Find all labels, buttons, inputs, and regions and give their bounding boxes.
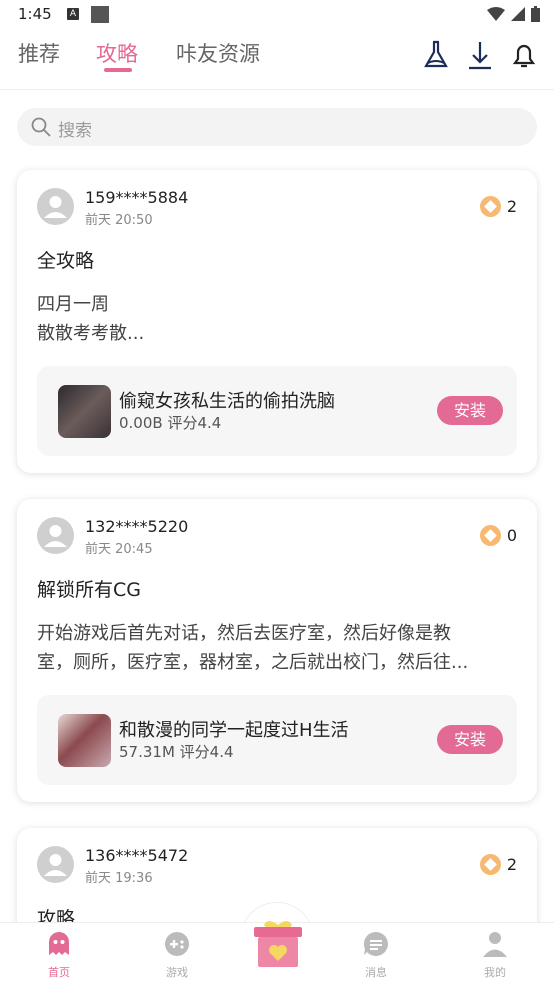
post-body: 开始游戏后首先对话，然后去医疗室，然后好像是教 室，厕所，医疗室，器材室，之后就… — [37, 623, 469, 673]
top-actions — [422, 38, 538, 72]
ghost-home-icon — [49, 932, 69, 955]
post-title: 解锁所有CG — [37, 579, 141, 601]
install-button[interactable]: 安装 — [437, 725, 503, 754]
nav-label: 我的 — [484, 966, 506, 979]
flask-button[interactable] — [422, 38, 450, 72]
active-tab-indicator — [104, 68, 132, 72]
user-icon — [483, 932, 507, 957]
game-thumbnail — [58, 385, 111, 438]
wifi-icon — [487, 7, 505, 21]
cell-signal-icon — [511, 7, 525, 21]
search-icon — [31, 117, 51, 137]
nav-games[interactable]: 游戏 — [147, 931, 207, 980]
game-name: 偷窥女孩私生活的偷拍洗脑 — [119, 391, 335, 412]
coin-icon — [479, 525, 501, 546]
post-card[interactable]: 132****5220 前天 20:45 0 解锁所有CG 开始游戏后首先对话，… — [17, 499, 537, 802]
nav-label: 首页 — [48, 966, 70, 979]
coin-value: 2 — [506, 855, 517, 874]
tab-recommend[interactable]: 推荐 — [18, 38, 60, 68]
default-user-icon — [44, 196, 67, 218]
game-name: 和散漫的同学一起度过H生活 — [119, 720, 349, 741]
avatar[interactable] — [37, 846, 74, 883]
gamepad-icon — [165, 932, 189, 956]
coin-icon — [479, 196, 501, 217]
post-title: 全攻略 — [37, 250, 95, 272]
post-username[interactable]: 132****5220 — [85, 517, 188, 536]
post-time: 前天 19:36 — [85, 871, 153, 886]
tab-friend-resources[interactable]: 咔友资源 — [176, 38, 260, 68]
avatar[interactable] — [37, 188, 74, 225]
bottom-nav: 首页 游戏 消息 我的 — [0, 921, 554, 984]
game-card[interactable]: 偷窥女孩私生活的偷拍洗脑 0.00B 评分4.4 安装 — [37, 366, 517, 456]
default-user-icon — [44, 854, 67, 876]
nav-label: 消息 — [365, 966, 387, 979]
default-user-icon — [44, 525, 67, 547]
message-icon — [363, 931, 388, 956]
tab-guides[interactable]: 攻略 — [96, 38, 138, 68]
nav-home[interactable]: 首页 — [29, 931, 89, 980]
status-bar: 1:45 A — [0, 0, 554, 30]
coin-icon — [479, 854, 501, 875]
post-body: 四月一周 散散考考散... — [37, 294, 145, 344]
status-time: 1:45 — [18, 5, 52, 23]
flask-icon — [424, 40, 448, 68]
nav-messages[interactable]: 消息 — [346, 931, 406, 980]
bell-icon — [512, 44, 536, 68]
coin-count[interactable]: 0 — [479, 525, 517, 546]
game-meta: 0.00B 评分4.4 — [119, 414, 222, 432]
post-time: 前天 20:50 — [85, 213, 153, 228]
notifications-button[interactable] — [510, 38, 538, 72]
post-username[interactable]: 159****5884 — [85, 188, 188, 207]
install-button[interactable]: 安装 — [437, 396, 503, 425]
coin-count[interactable]: 2 — [479, 196, 517, 217]
download-button[interactable] — [466, 38, 494, 72]
avatar[interactable] — [37, 517, 74, 554]
coin-value: 2 — [506, 197, 517, 216]
download-icon — [469, 42, 491, 70]
coin-value: 0 — [506, 526, 517, 545]
post-time: 前天 20:45 — [85, 542, 153, 557]
coin-count[interactable]: 2 — [479, 854, 517, 875]
nav-label: 游戏 — [166, 966, 188, 979]
post-username[interactable]: 136****5472 — [85, 846, 188, 865]
game-meta: 57.31M 评分4.4 — [119, 743, 234, 761]
gift-icon — [254, 921, 302, 967]
search-bar[interactable]: 搜索 — [17, 108, 537, 146]
notification-square-icon — [91, 6, 109, 23]
post-card[interactable]: 159****5884 前天 20:50 2 全攻略 四月一周 散散考考散...… — [17, 170, 537, 473]
status-icons — [487, 6, 540, 22]
nav-profile[interactable]: 我的 — [465, 931, 525, 980]
search-placeholder: 搜索 — [58, 121, 92, 141]
game-card[interactable]: 和散漫的同学一起度过H生活 57.31M 评分4.4 安装 — [37, 695, 517, 785]
battery-icon — [531, 6, 540, 22]
game-thumbnail — [58, 714, 111, 767]
notification-icon: A — [67, 8, 79, 20]
